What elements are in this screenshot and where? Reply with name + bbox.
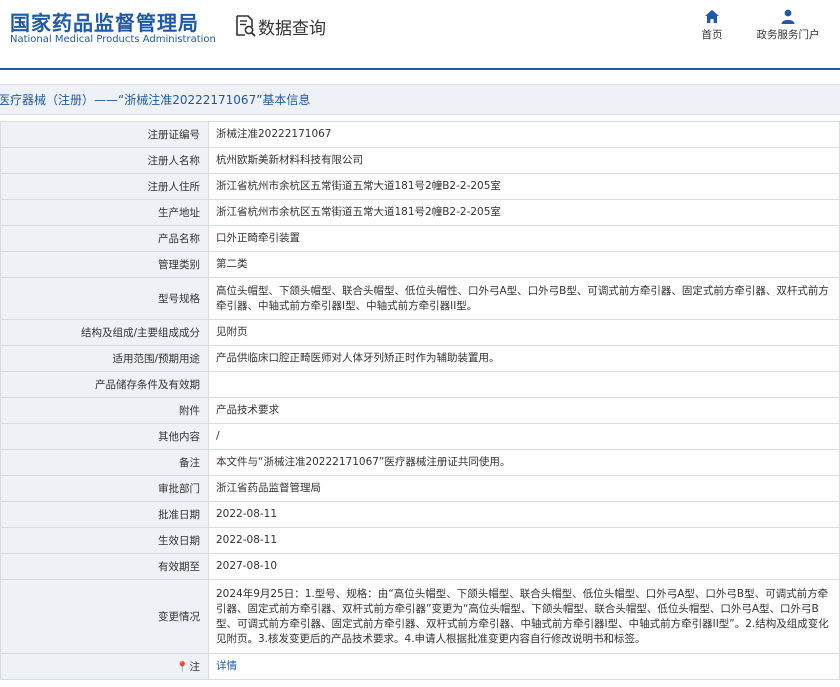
row-label: 生效日期 xyxy=(0,527,209,554)
nav-home-label: 首页 xyxy=(701,29,723,41)
page-title: 数据查询 xyxy=(258,19,326,39)
row-value: 浙江省杭州市余杭区五常街道五常大道181号2幢B2-2-205室 xyxy=(208,173,840,200)
table-row: 生效日期 2022-08-11 xyxy=(0,527,840,554)
table-row: 产品储存条件及有效期 xyxy=(0,371,840,398)
row-value: 2024年9月25日：1.型号、规格：由“高位头帽型、下颌头帽型、联合头帽型、低… xyxy=(208,579,840,654)
table-row: 审批部门 浙江省药品监督管理局 xyxy=(0,475,840,502)
row-label: 备注 xyxy=(0,449,209,476)
note-label-cell: 📍注 xyxy=(0,653,209,680)
row-value: 产品技术要求 xyxy=(208,397,840,424)
section-title: 医疗器械（注册）——“浙械注准20222171067”基本信息 xyxy=(0,93,311,107)
row-value xyxy=(208,371,840,398)
table-row: 注册人住所 浙江省杭州市余杭区五常街道五常大道181号2幢B2-2-205室 xyxy=(0,173,840,200)
row-value: 2027-08-10 xyxy=(208,553,840,580)
row-value: 见附页 xyxy=(208,319,840,346)
nav-portal-link[interactable]: 政务服务门户 xyxy=(751,9,825,42)
row-label: 生产地址 xyxy=(0,199,209,226)
site-header: 国家药品监督管理局 National Medical Products Admi… xyxy=(0,0,840,68)
user-icon xyxy=(781,9,795,24)
document-search-icon xyxy=(236,15,256,37)
row-label: 适用范围/预期用途 xyxy=(0,345,209,372)
row-value: 本文件与“浙械注准20222171067”医疗器械注册证共同使用。 xyxy=(208,449,840,476)
row-label: 注册证编号 xyxy=(0,121,209,148)
details-link[interactable]: 详情 xyxy=(216,660,237,672)
pin-icon: 📍 xyxy=(176,662,189,673)
row-label: 结构及组成/主要组成成分 xyxy=(0,319,209,346)
row-label: 批准日期 xyxy=(0,501,209,528)
home-icon xyxy=(705,10,719,23)
header-divider xyxy=(0,68,840,70)
table-row: 变更情况 2024年9月25日：1.型号、规格：由“高位头帽型、下颌头帽型、联合… xyxy=(0,579,840,654)
nav-portal-label: 政务服务门户 xyxy=(756,29,820,41)
table-row: 型号规格 高位头帽型、下颌头帽型、联合头帽型、低位头帽性、口外弓A型、口外弓B型… xyxy=(0,277,840,320)
row-value: 2022-08-11 xyxy=(208,501,840,528)
table-row: 生产地址 浙江省杭州市余杭区五常街道五常大道181号2幢B2-2-205室 xyxy=(0,199,840,226)
table-row: 结构及组成/主要组成成分 见附页 xyxy=(0,319,840,346)
table-row: 管理类别 第二类 xyxy=(0,251,840,278)
row-value: 浙江省药品监督管理局 xyxy=(208,475,840,502)
row-label: 注册人住所 xyxy=(0,173,209,200)
row-value: 2022-08-11 xyxy=(208,527,840,554)
row-label: 管理类别 xyxy=(0,251,209,278)
table-row: 注册证编号 浙械注准20222171067 xyxy=(0,121,840,148)
row-value: 口外正畸牵引装置 xyxy=(208,225,840,252)
table-row-note: 📍注 详情 xyxy=(0,653,840,680)
table-row: 其他内容 / xyxy=(0,423,840,450)
row-value: 杭州欧斯美新材料科技有限公司 xyxy=(208,147,840,174)
row-value: 高位头帽型、下颌头帽型、联合头帽型、低位头帽性、口外弓A型、口外弓B型、可调式前… xyxy=(208,277,840,320)
note-value-cell: 详情 xyxy=(208,653,840,680)
row-value: 第二类 xyxy=(208,251,840,278)
row-label: 注册人名称 xyxy=(0,147,209,174)
row-label: 审批部门 xyxy=(0,475,209,502)
row-label: 产品名称 xyxy=(0,225,209,252)
section-title-bar: 医疗器械（注册）——“浙械注准20222171067”基本信息 xyxy=(0,84,840,115)
row-value: / xyxy=(208,423,840,450)
table-row: 批准日期 2022-08-11 xyxy=(0,501,840,528)
row-value: 浙械注准20222171067 xyxy=(208,121,840,148)
logo-title[interactable]: 国家药品监督管理局 xyxy=(10,7,199,36)
table-row: 备注 本文件与“浙械注准20222171067”医疗器械注册证共同使用。 xyxy=(0,449,840,476)
table-row: 有效期至 2027-08-10 xyxy=(0,553,840,580)
table-row: 附件 产品技术要求 xyxy=(0,397,840,424)
row-label: 产品储存条件及有效期 xyxy=(0,371,209,398)
table-row: 注册人名称 杭州欧斯美新材料科技有限公司 xyxy=(0,147,840,174)
row-value: 浙江省杭州市余杭区五常街道五常大道181号2幢B2-2-205室 xyxy=(208,199,840,226)
info-table: 注册证编号 浙械注准20222171067 注册人名称 杭州欧斯美新材料科技有限… xyxy=(0,121,840,680)
table-row: 产品名称 口外正畸牵引装置 xyxy=(0,225,840,252)
note-label: 注 xyxy=(189,661,201,673)
logo-subtitle: National Medical Products Administration xyxy=(10,34,216,45)
row-value: 产品供临床口腔正畸医师对人体牙列矫正时作为辅助装置用。 xyxy=(208,345,840,372)
row-label: 变更情况 xyxy=(0,579,209,654)
nav-home-link[interactable]: 首页 xyxy=(693,9,731,42)
row-label: 型号规格 xyxy=(0,277,209,320)
row-label: 其他内容 xyxy=(0,423,209,450)
table-row: 适用范围/预期用途 产品供临床口腔正畸医师对人体牙列矫正时作为辅助装置用。 xyxy=(0,345,840,372)
row-label: 附件 xyxy=(0,397,209,424)
row-label: 有效期至 xyxy=(0,553,209,580)
